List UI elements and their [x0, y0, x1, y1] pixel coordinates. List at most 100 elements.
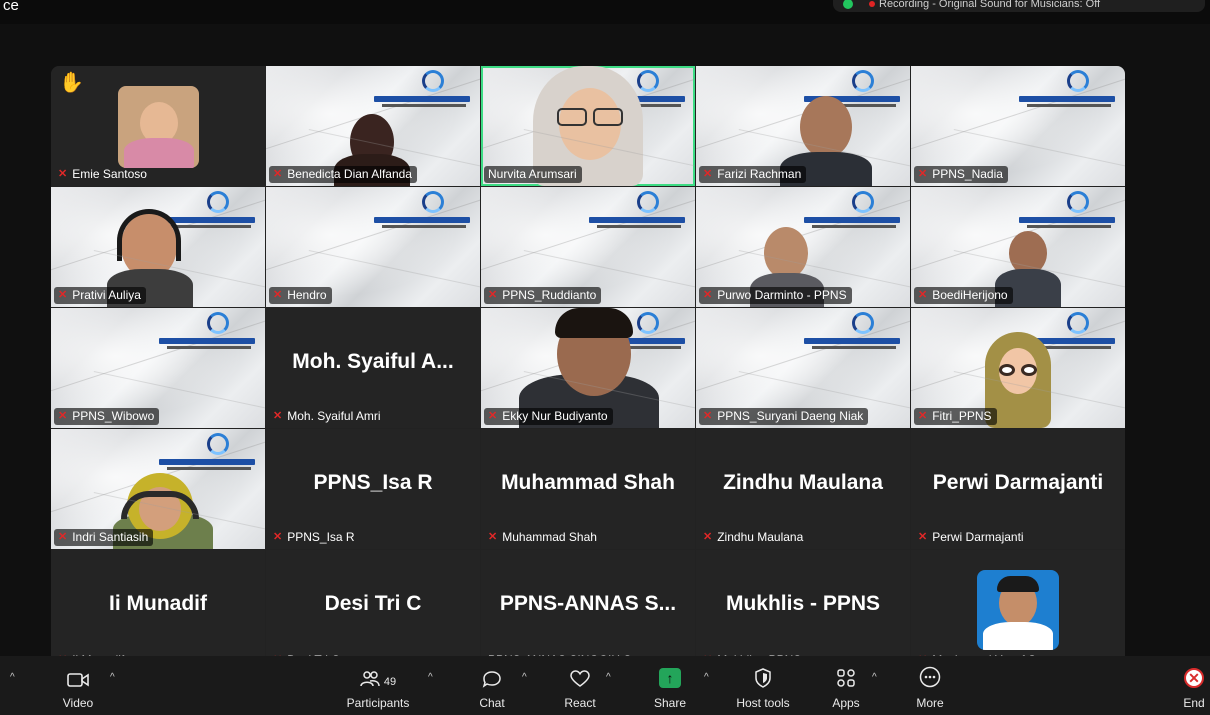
end-meeting-button[interactable]: ✕ End — [1180, 656, 1208, 715]
participant-tile[interactable]: ✕ PPNS_Wibowo — [51, 308, 265, 428]
video-options-chevron-icon[interactable]: ^ — [110, 672, 115, 683]
participants-count: 49 — [383, 676, 397, 688]
participant-tile[interactable]: Muhammad Shah ✕ Muhammad Shah — [481, 429, 695, 549]
participant-name-tag: ✕ BoediHerijono — [914, 287, 1013, 304]
participant-tile[interactable]: ✕ PPNS_Nadia — [911, 66, 1125, 186]
participant-display-name: PPNS-ANNAS S... — [499, 592, 677, 615]
share-options-chevron-icon[interactable]: ^ — [704, 672, 709, 683]
participant-tile[interactable]: ✕ Benedicta Dian Alfanda — [266, 66, 480, 186]
participant-tile[interactable]: Zindhu Maulana ✕ Zindhu Maulana — [696, 429, 910, 549]
ppns-logo — [155, 312, 255, 358]
mic-muted-icon: ✕ — [703, 531, 713, 543]
video-camera-icon — [67, 656, 89, 688]
participants-label: Participants — [346, 696, 410, 710]
apps-grid-icon — [836, 656, 856, 688]
participant-name: Emie Santoso — [72, 167, 147, 181]
participant-name-tag: ✕ PPNS_Ruddianto — [484, 287, 602, 304]
participant-name: Hendro — [287, 288, 327, 302]
mic-muted-icon: ✕ — [58, 289, 68, 301]
participant-tile[interactable]: ✕ PPNS_Ruddianto — [481, 187, 695, 307]
apps-button[interactable]: Apps — [826, 656, 866, 715]
host-tools-button[interactable]: Host tools — [730, 656, 796, 715]
participant-display-name: Muhammad Shah — [501, 471, 675, 494]
participant-tile[interactable]: ✕Mochamad Yusuf Santoso — [911, 550, 1125, 672]
shield-icon — [754, 656, 772, 688]
ppns-logo — [1015, 70, 1115, 116]
participant-display-name: Mukhlis - PPNS — [725, 592, 881, 615]
security-shield-icon — [843, 0, 853, 9]
recording-indicator[interactable]: Recording - Original Sound for Musicians… — [833, 0, 1205, 12]
video-button[interactable]: Video — [58, 656, 98, 715]
participant-avatar — [118, 86, 199, 168]
participant-name: BoediHerijono — [932, 288, 1008, 302]
participant-name: Indri Santiasih — [72, 530, 149, 544]
participant-name: Moh. Syaiful Amri — [287, 409, 381, 423]
participant-display-name: Perwi Darmajanti — [932, 471, 1104, 494]
participant-name: Benedicta Dian Alfanda — [287, 167, 412, 181]
participant-name-tag: ✕ Prativi Auliya — [54, 287, 146, 304]
participant-name: Farizi Rachman — [717, 167, 802, 181]
mic-muted-icon: ✕ — [58, 168, 68, 180]
participant-tile[interactable]: ✕ BoediHerijono — [911, 187, 1125, 307]
participant-display-name: Zindhu Maulana — [723, 471, 883, 494]
mic-muted-icon: ✕ — [918, 531, 928, 543]
active-speaker-tile[interactable]: Nurvita Arumsari — [481, 66, 695, 186]
participant-name-tag: ✕ Fitri_PPNS — [914, 408, 997, 425]
participant-name: Prativi Auliya — [72, 288, 141, 302]
participant-tile[interactable]: PPNS-ANNAS S... PPNS-ANNAS SINGGIH S — [481, 550, 695, 672]
ppns-logo — [370, 70, 470, 116]
participant-name: Muhammad Shah — [502, 530, 597, 544]
mic-muted-icon: ✕ — [703, 410, 713, 422]
participants-button[interactable]: 49 Participants — [340, 656, 416, 715]
participant-avatar — [977, 570, 1059, 650]
participant-tile[interactable]: ✕ PPNS_Suryani Daeng Niak — [696, 308, 910, 428]
participant-display-name: Desi Tri C — [324, 592, 422, 615]
chat-options-chevron-icon[interactable]: ^ — [522, 672, 527, 683]
participant-tile[interactable]: Moh. Syaiful A... ✕ Moh. Syaiful Amri — [266, 308, 480, 428]
apps-options-chevron-icon[interactable]: ^ — [872, 672, 877, 683]
participant-name-tag: ✕ Purwo Darminto - PPNS — [699, 287, 852, 304]
mic-muted-icon: ✕ — [273, 289, 283, 301]
apps-label: Apps — [832, 696, 860, 710]
participant-tile[interactable]: ✕ Fitri_PPNS — [911, 308, 1125, 428]
participant-name-tag: ✕ Farizi Rachman — [699, 166, 807, 183]
share-arrow-icon: ↑ — [659, 656, 681, 688]
participant-tile[interactable]: Perwi Darmajanti ✕ Perwi Darmajanti — [911, 429, 1125, 549]
participant-name-tag: ✕ Moh. Syaiful Amri — [269, 408, 386, 425]
participant-name: Perwi Darmajanti — [932, 530, 1024, 544]
participant-tile[interactable]: Mukhlis - PPNS ✕Mukhlis - PPNS — [696, 550, 910, 672]
participant-tile[interactable]: ✕ Prativi Auliya — [51, 187, 265, 307]
participant-name-tag: ✕ Hendro — [269, 287, 332, 304]
participant-tile[interactable]: ✕ Hendro — [266, 187, 480, 307]
ppns-logo — [370, 191, 470, 237]
ppns-logo — [800, 312, 900, 358]
participant-name-tag: ✕ PPNS_Wibowo — [54, 408, 160, 425]
participant-tile[interactable]: ✕ Ekky Nur Budiyanto — [481, 308, 695, 428]
share-screen-button[interactable]: ↑ Share — [650, 656, 690, 715]
recording-status-text: Recording - Original Sound for Musicians… — [879, 0, 1101, 10]
ppns-logo — [1015, 191, 1115, 237]
more-dots-icon — [919, 656, 941, 688]
react-label: React — [564, 696, 596, 710]
react-button[interactable]: React — [560, 656, 600, 715]
host-tools-label: Host tools — [736, 696, 790, 710]
participant-tile[interactable]: ✋ ✕ Emie Santoso — [51, 66, 265, 186]
react-options-chevron-icon[interactable]: ^ — [606, 672, 611, 683]
participants-options-chevron-icon[interactable]: ^ — [428, 672, 433, 683]
more-button[interactable]: More — [910, 656, 950, 715]
participant-name: PPNS_Ruddianto — [502, 288, 597, 302]
participant-display-name: Ii Munadif — [109, 592, 207, 615]
chat-button[interactable]: Chat — [474, 656, 510, 715]
participant-tile[interactable]: ✕ Purwo Darminto - PPNS — [696, 187, 910, 307]
participant-tile[interactable]: Desi Tri C ✕Desi Tri C — [266, 550, 480, 672]
participant-tile[interactable]: Ii Munadif ✕Ii Munadif — [51, 550, 265, 672]
participant-name: PPNS_Isa R — [287, 530, 355, 544]
participant-tile[interactable]: PPNS_Isa R ✕ PPNS_Isa R — [266, 429, 480, 549]
mic-muted-icon: ✕ — [918, 410, 928, 422]
avatar-hijab — [124, 138, 194, 168]
chevron-up-icon[interactable]: ^ — [10, 672, 15, 683]
video-label: Video — [62, 696, 94, 710]
mic-muted-icon: ✕ — [273, 410, 283, 422]
participant-tile[interactable]: ✕ Farizi Rachman — [696, 66, 910, 186]
participant-tile[interactable]: ✕ Indri Santiasih — [51, 429, 265, 549]
